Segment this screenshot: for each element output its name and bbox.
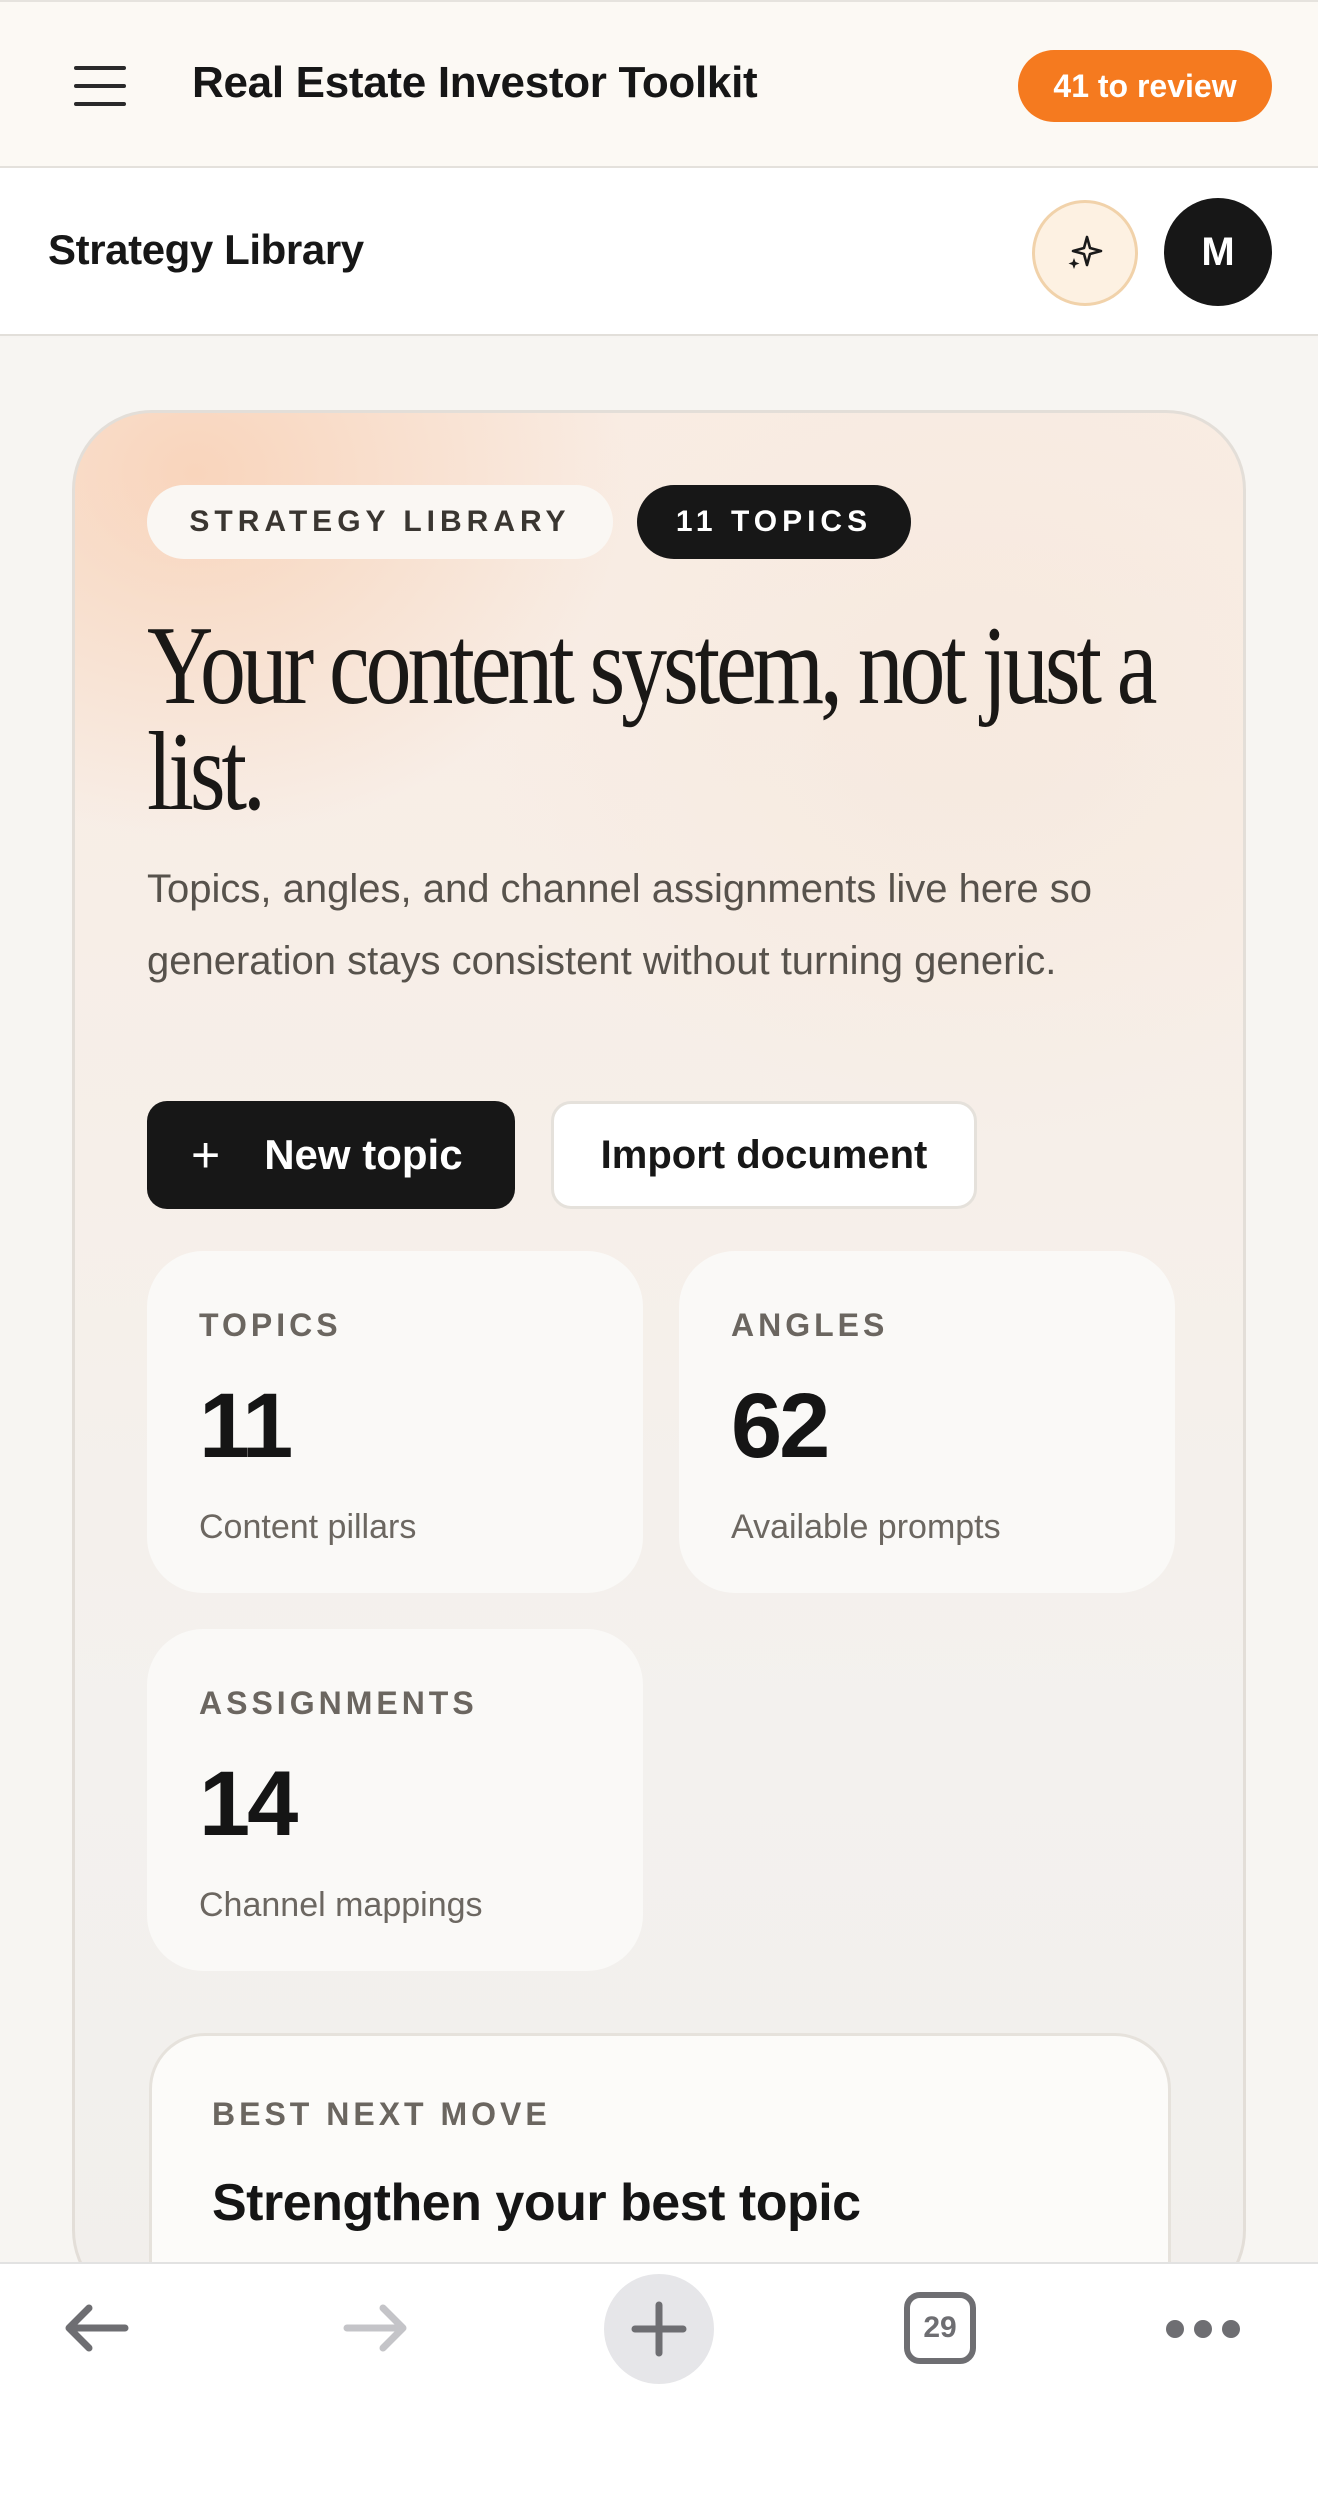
stat-card-topics: TOPICS 11 Content pillars xyxy=(147,1251,643,1593)
forward-arrow-icon xyxy=(343,2304,407,2352)
plus-icon: + xyxy=(191,1127,221,1183)
sparkle-button[interactable] xyxy=(1032,200,1138,306)
stat-value: 14 xyxy=(199,1753,298,1855)
best-next-move-card[interactable]: BEST NEXT MOVE Strengthen your best topi… xyxy=(149,2033,1171,2262)
section-chip: STRATEGY LIBRARY xyxy=(147,485,613,559)
page-header: Strategy Library M xyxy=(0,168,1318,336)
stat-caption: Available prompts xyxy=(731,1508,1001,1546)
stat-card-assignments: ASSIGNMENTS 14 Channel mappings xyxy=(147,1629,643,1971)
hero-headline: Your content system, not just a list. xyxy=(147,604,1158,834)
new-tab-button[interactable] xyxy=(604,2274,714,2384)
next-move-title: Strengthen your best topic xyxy=(212,2174,861,2232)
new-topic-button[interactable]: + New topic xyxy=(147,1101,515,1209)
more-dots-icon[interactable] xyxy=(1166,2320,1240,2338)
hero-description: Topics, angles, and channel assignments … xyxy=(147,867,1092,983)
avatar[interactable]: M xyxy=(1164,198,1272,306)
stat-caption: Content pillars xyxy=(199,1508,417,1546)
stat-caption: Channel mappings xyxy=(199,1886,483,1924)
sparkle-icon xyxy=(1068,235,1103,269)
app-title: Real Estate Investor Toolkit xyxy=(192,58,758,107)
tab-count-button[interactable]: 29 xyxy=(904,2292,976,2364)
stat-card-angles: ANGLES 62 Available prompts xyxy=(679,1251,1175,1593)
next-move-label: BEST NEXT MOVE xyxy=(212,2096,551,2132)
topic-count-chip: 11 TOPICS xyxy=(637,485,911,559)
forward-button[interactable] xyxy=(316,2278,436,2378)
stat-label: TOPICS xyxy=(199,1307,342,1343)
main-content: STRATEGY LIBRARY 11 TOPICS Your content … xyxy=(0,338,1318,2262)
app-header: Real Estate Investor Toolkit 41 to revie… xyxy=(0,0,1318,168)
plus-icon xyxy=(631,2301,687,2357)
review-badge-button[interactable]: 41 to review xyxy=(1018,50,1272,122)
stat-label: ASSIGNMENTS xyxy=(199,1685,478,1721)
stat-label: ANGLES xyxy=(731,1307,889,1343)
hero-card: STRATEGY LIBRARY 11 TOPICS Your content … xyxy=(72,410,1246,2262)
new-topic-label: New topic xyxy=(264,1131,463,1178)
back-button[interactable] xyxy=(36,2278,156,2378)
back-arrow-icon xyxy=(65,2304,129,2352)
hamburger-menu-icon[interactable] xyxy=(74,66,126,106)
stat-value: 62 xyxy=(731,1375,830,1477)
stat-value: 11 xyxy=(199,1375,293,1477)
page-title: Strategy Library xyxy=(48,226,364,273)
import-document-button[interactable]: Import document xyxy=(551,1101,977,1209)
